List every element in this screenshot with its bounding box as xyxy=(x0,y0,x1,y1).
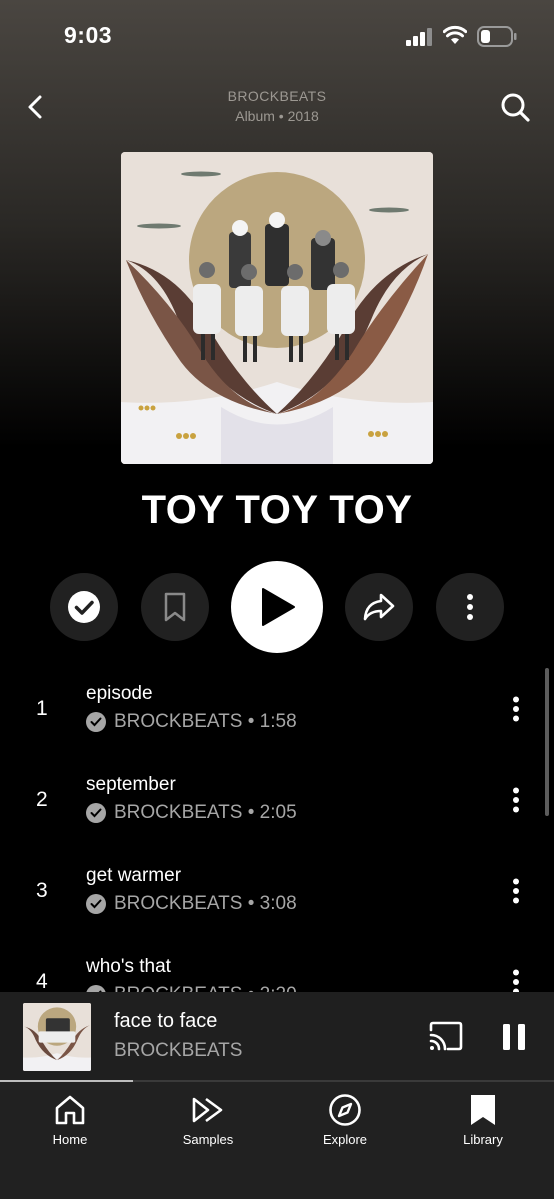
track-more-button[interactable] xyxy=(504,785,528,815)
track-number: 1 xyxy=(36,697,48,720)
track-row[interactable]: 3 get warmer BROCKBEATS • 3:08 xyxy=(0,848,554,939)
scrollbar[interactable] xyxy=(545,668,549,816)
back-button[interactable] xyxy=(20,90,50,124)
more-options-button[interactable] xyxy=(436,573,504,641)
verified-check-icon xyxy=(86,712,106,732)
search-icon xyxy=(501,93,530,122)
now-playing-artwork xyxy=(23,1003,91,1071)
album-artwork-image xyxy=(121,152,433,464)
track-meta-text: BROCKBEATS • 2:20 xyxy=(114,984,297,992)
mini-player[interactable]: face to face BROCKBEATS xyxy=(0,992,554,1082)
track-number: 4 xyxy=(36,970,48,992)
track-list: 1 episode BROCKBEATS • 1:58 2 september … xyxy=(0,666,554,992)
header-subtitle: Album • 2018 xyxy=(235,108,319,124)
track-number: 2 xyxy=(36,788,48,811)
track-meta: BROCKBEATS • 1:58 xyxy=(86,711,297,733)
tab-samples-label: Samples xyxy=(182,1132,234,1147)
more-vertical-icon xyxy=(513,696,519,722)
library-bookmark-icon xyxy=(471,1095,495,1125)
bookmark-icon xyxy=(164,592,186,622)
track-row[interactable]: 2 september BROCKBEATS • 2:05 xyxy=(0,757,554,848)
track-title: get warmer xyxy=(86,865,182,886)
track-meta: BROCKBEATS • 3:08 xyxy=(86,893,297,915)
track-number: 3 xyxy=(36,879,48,902)
track-meta: BROCKBEATS • 2:20 xyxy=(86,984,297,992)
pause-icon[interactable] xyxy=(500,1022,528,1052)
more-vertical-icon xyxy=(513,878,519,904)
tab-samples[interactable]: Samples xyxy=(153,1092,263,1147)
check-circle-icon xyxy=(68,591,100,623)
tab-explore-label: Explore xyxy=(322,1132,368,1147)
bottom-tab-bar: Home Samples Explore Library xyxy=(0,1082,554,1199)
track-meta-text: BROCKBEATS • 2:05 xyxy=(114,802,297,823)
samples-icon xyxy=(192,1097,223,1123)
share-icon xyxy=(363,593,395,621)
now-playing-artist: BROCKBEATS xyxy=(114,1040,243,1061)
wifi-icon xyxy=(443,25,467,44)
verified-check-icon xyxy=(86,894,106,914)
track-row[interactable]: 4 who's that BROCKBEATS • 2:20 xyxy=(0,939,554,992)
battery-icon xyxy=(477,26,517,47)
tab-library[interactable]: Library xyxy=(428,1092,538,1147)
track-meta-text: BROCKBEATS • 3:08 xyxy=(114,893,297,914)
tab-home[interactable]: Home xyxy=(15,1092,125,1147)
share-button[interactable] xyxy=(345,573,413,641)
status-time: 9:03 xyxy=(64,22,113,48)
chevron-left-icon xyxy=(28,95,42,119)
status-bar: 9:03 xyxy=(0,0,554,72)
more-vertical-icon xyxy=(513,969,519,992)
track-meta: BROCKBEATS • 2:05 xyxy=(86,802,297,824)
track-row[interactable]: 1 episode BROCKBEATS • 1:58 xyxy=(0,666,554,757)
track-meta-text: BROCKBEATS • 1:58 xyxy=(114,711,297,732)
now-playing-title: face to face xyxy=(114,1010,218,1032)
play-button[interactable] xyxy=(231,561,323,653)
verified-check-icon xyxy=(86,803,106,823)
track-title: who's that xyxy=(86,956,171,977)
album-title: TOY TOY TOY xyxy=(141,488,413,532)
track-more-button[interactable] xyxy=(504,967,528,992)
in-library-button[interactable] xyxy=(50,573,118,641)
header-artist: BROCKBEATS xyxy=(227,88,327,104)
tab-explore[interactable]: Explore xyxy=(290,1092,400,1147)
cellular-signal-icon xyxy=(406,28,434,46)
track-title: september xyxy=(86,774,176,795)
home-icon xyxy=(55,1095,85,1125)
track-title: episode xyxy=(86,683,153,704)
cast-icon[interactable] xyxy=(428,1021,464,1051)
compass-icon xyxy=(329,1094,361,1126)
save-button[interactable] xyxy=(141,573,209,641)
track-more-button[interactable] xyxy=(504,694,528,724)
album-cover xyxy=(121,152,433,464)
search-button[interactable] xyxy=(496,88,534,126)
tab-home-label: Home xyxy=(52,1132,88,1147)
play-icon xyxy=(262,588,295,626)
track-more-button[interactable] xyxy=(504,876,528,906)
tab-library-label: Library xyxy=(463,1132,503,1147)
more-vertical-icon xyxy=(513,787,519,813)
verified-check-icon xyxy=(86,985,106,992)
more-vertical-icon xyxy=(467,594,473,620)
